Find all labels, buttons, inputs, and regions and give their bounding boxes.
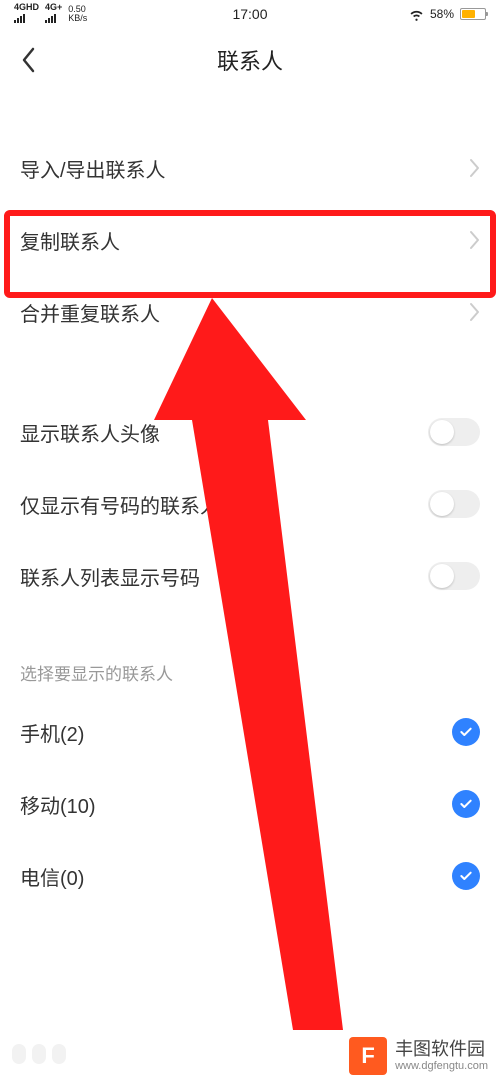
- watermark-url: www.dgfengtu.com: [395, 1059, 488, 1073]
- toggle-only-with-number[interactable]: [428, 490, 480, 518]
- chevron-right-icon: [468, 302, 480, 322]
- watermark-name: 丰图软件园: [395, 1039, 488, 1059]
- watermark: F 丰图软件园 www.dgfengtu.com: [337, 1028, 500, 1084]
- net-speed: 0.50 KB/s: [68, 5, 87, 23]
- section-import-export: 导入/导出联系人 复制联系人 合并重复联系人: [0, 132, 500, 348]
- row-label: 移动(10): [20, 790, 96, 819]
- check-icon: [458, 724, 474, 740]
- row-label: 复制联系人: [20, 226, 120, 255]
- sim2-signal-icon: [45, 13, 56, 23]
- check-icon: [458, 796, 474, 812]
- toggle-show-avatar[interactable]: [428, 418, 480, 446]
- sim1-block: 4GHD: [14, 3, 39, 26]
- check-cmcc[interactable]: [452, 790, 480, 818]
- battery-icon: [460, 8, 486, 20]
- check-ctcc[interactable]: [452, 862, 480, 890]
- watermark-text: 丰图软件园 www.dgfengtu.com: [395, 1039, 488, 1073]
- row-source-cmcc[interactable]: 移动(10): [0, 768, 500, 840]
- chevron-right-icon: [468, 230, 480, 250]
- back-chevron-icon: [21, 47, 37, 73]
- row-label: 手机(2): [20, 718, 84, 747]
- battery-percent: 58%: [430, 7, 454, 21]
- page-title: 联系人: [217, 44, 283, 76]
- section-header-sources: 选择要显示的联系人: [0, 648, 500, 696]
- sim2-label: 4G+: [45, 3, 62, 12]
- row-label: 导入/导出联系人: [20, 154, 166, 183]
- row-source-phone[interactable]: 手机(2): [0, 696, 500, 768]
- status-left: 4GHD 4G+ 0.50 KB/s: [14, 3, 87, 26]
- row-label: 合并重复联系人: [20, 298, 160, 327]
- row-label: 联系人列表显示号码: [20, 562, 200, 591]
- row-merge-duplicates[interactable]: 合并重复联系人: [0, 276, 500, 348]
- row-label: 显示联系人头像: [20, 418, 160, 447]
- row-only-with-number[interactable]: 仅显示有号码的联系人: [0, 468, 500, 540]
- row-label: 电信(0): [20, 862, 84, 891]
- pagination-dots: [12, 1044, 66, 1064]
- section-sources: 选择要显示的联系人 手机(2) 移动(10) 电信(0): [0, 648, 500, 912]
- row-copy-contacts[interactable]: 复制联系人: [0, 204, 500, 276]
- wifi-icon: [409, 7, 424, 22]
- sim1-label: 4GHD: [14, 3, 39, 12]
- check-icon: [458, 868, 474, 884]
- watermark-logo-icon: F: [349, 1037, 387, 1075]
- speed-unit: KB/s: [68, 14, 87, 23]
- section-display-options: 显示联系人头像 仅显示有号码的联系人 联系人列表显示号码: [0, 396, 500, 612]
- status-right: 58%: [409, 7, 486, 22]
- check-phone[interactable]: [452, 718, 480, 746]
- back-button[interactable]: [14, 45, 44, 75]
- chevron-right-icon: [468, 158, 480, 178]
- toggle-show-number-in-list[interactable]: [428, 562, 480, 590]
- status-bar: 4GHD 4G+ 0.50 KB/s 17:00 58%: [0, 0, 500, 28]
- row-source-ctcc[interactable]: 电信(0): [0, 840, 500, 912]
- row-import-export[interactable]: 导入/导出联系人: [0, 132, 500, 204]
- row-label: 仅显示有号码的联系人: [20, 490, 220, 519]
- row-show-avatar[interactable]: 显示联系人头像: [0, 396, 500, 468]
- row-show-number-in-list[interactable]: 联系人列表显示号码: [0, 540, 500, 612]
- nav-bar: 联系人: [0, 28, 500, 92]
- sim2-block: 4G+: [45, 3, 62, 26]
- sim1-signal-icon: [14, 13, 25, 23]
